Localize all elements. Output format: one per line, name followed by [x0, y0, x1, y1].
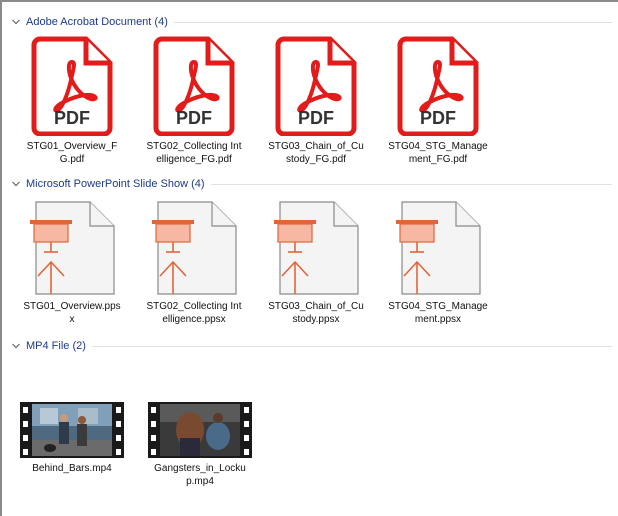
pdf-file-icon: PDF: [397, 36, 479, 136]
file-name: STG03_Chain_of_Custody.ppsx: [268, 301, 364, 325]
pdf-file-icon: PDF: [153, 36, 235, 136]
video-thumbnail: [20, 402, 124, 458]
slideshow-file-icon: [30, 201, 115, 295]
file-name: Gangsters_in_Lockup.mp4: [154, 463, 246, 487]
file-name: STG02_Collecting Intelligence_FG.pdf: [146, 141, 242, 165]
slideshow-file-icon: [274, 201, 359, 295]
file-item-pdf[interactable]: PDF STG03_Chain_of_Custody_FG.pdf: [262, 36, 370, 166]
file-name: Behind_Bars.mp4: [32, 463, 112, 474]
pdf-badge: PDF: [298, 108, 334, 128]
window-border-left: [0, 0, 2, 516]
pdf-file-icon: PDF: [31, 36, 113, 136]
file-name: STG01_Overview_FG.pdf: [26, 141, 118, 165]
file-name: STG03_Chain_of_Custody_FG.pdf: [268, 141, 364, 165]
file-name: STG04_STG_Management_FG.pdf: [388, 141, 488, 165]
file-name: STG04_STG_Management.ppsx: [388, 301, 488, 325]
group-divider: [91, 345, 612, 347]
video-thumbnail: [148, 402, 252, 458]
pdf-badge: PDF: [176, 108, 212, 128]
file-name: STG01_Overview.ppsx: [23, 301, 121, 325]
group-header-mp4[interactable]: MP4 File (2): [10, 338, 616, 354]
file-name: STG02_Collecting Intelligence.ppsx: [146, 301, 242, 325]
file-item-ppsx[interactable]: STG03_Chain_of_Custody.ppsx: [262, 200, 370, 326]
file-item-ppsx[interactable]: STG01_Overview.ppsx: [18, 200, 126, 326]
group-divider: [173, 21, 612, 23]
chevron-down-icon[interactable]: [10, 16, 22, 28]
pdf-badge: PDF: [54, 108, 90, 128]
group-header-pdf[interactable]: Adobe Acrobat Document (4): [10, 14, 616, 30]
chevron-down-icon[interactable]: [10, 340, 22, 352]
group-title: Microsoft PowerPoint Slide Show (4): [26, 178, 205, 190]
file-item-pdf[interactable]: PDF STG04_STG_Management_FG.pdf: [384, 36, 492, 166]
file-item-ppsx[interactable]: STG04_STG_Management.ppsx: [384, 200, 492, 326]
slideshow-file-icon: [152, 201, 237, 295]
pdf-badge: PDF: [420, 108, 456, 128]
group-title: MP4 File (2): [26, 340, 86, 352]
slideshow-file-icon: [396, 201, 481, 295]
file-item-mp4[interactable]: Behind_Bars.mp4: [18, 402, 126, 475]
group-header-ppsx[interactable]: Microsoft PowerPoint Slide Show (4): [10, 176, 616, 192]
window-border-top: [0, 0, 618, 2]
file-item-mp4[interactable]: Gangsters_in_Lockup.mp4: [146, 402, 254, 488]
group-divider: [210, 183, 612, 185]
file-item-pdf[interactable]: PDF STG01_Overview_FG.pdf: [18, 36, 126, 166]
file-item-pdf[interactable]: PDF STG02_Collecting Intelligence_FG.pdf: [140, 36, 248, 166]
file-item-ppsx[interactable]: STG02_Collecting Intelligence.ppsx: [140, 200, 248, 326]
group-title: Adobe Acrobat Document (4): [26, 16, 168, 28]
pdf-file-icon: PDF: [275, 36, 357, 136]
chevron-down-icon[interactable]: [10, 178, 22, 190]
